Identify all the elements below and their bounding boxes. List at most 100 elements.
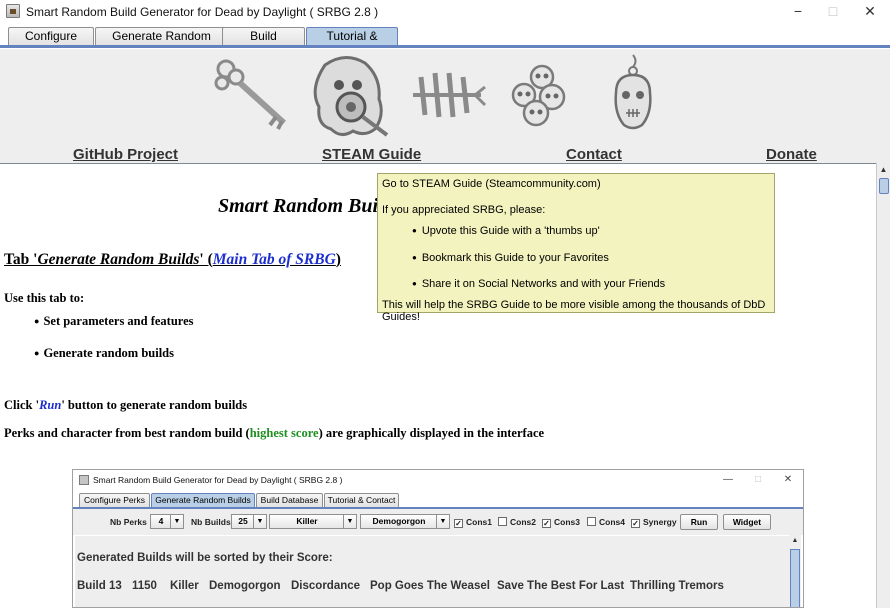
embedded-window-title: Smart Random Build Generator for Dead by… bbox=[93, 475, 343, 485]
use-this-tab-text: Use this tab to: bbox=[4, 291, 85, 305]
content-scrollbar[interactable]: ▲ bbox=[876, 163, 890, 608]
nb-perks-select: 4 ▼ bbox=[150, 514, 184, 529]
chevron-down-icon: ▼ bbox=[170, 515, 183, 528]
section-mid: ' ( bbox=[199, 251, 213, 268]
build-perk-2: Pop Goes The Weasel bbox=[370, 580, 490, 592]
run-link: Run bbox=[39, 398, 62, 412]
perks-prefix: Perks and character from best random bui… bbox=[4, 426, 250, 440]
app-icon bbox=[6, 4, 20, 18]
perks-display-text: Perks and character from best random bui… bbox=[4, 426, 544, 441]
embedded-minimize-icon: — bbox=[723, 474, 733, 485]
embedded-widget-button: Widget bbox=[723, 514, 771, 530]
nb-builds-label: Nb Builds bbox=[191, 517, 231, 527]
cons2-label: Cons2 bbox=[510, 517, 536, 527]
doc-title: Smart Random Bui bbox=[218, 195, 379, 217]
embedded-results-pane bbox=[75, 536, 791, 607]
build-character: Demogorgon bbox=[209, 580, 281, 592]
title-bar: Smart Random Build Generator for Dead by… bbox=[0, 0, 890, 24]
cons1-label: Cons1 bbox=[466, 517, 492, 527]
tab-build-database[interactable]: Build Database bbox=[222, 27, 305, 60]
embedded-scroll-thumb bbox=[790, 549, 800, 607]
scroll-thumb[interactable] bbox=[879, 178, 889, 194]
embedded-screenshot: Smart Random Build Generator for Dead by… bbox=[72, 469, 804, 608]
nb-builds-value: 25 bbox=[238, 516, 248, 526]
key-icon[interactable] bbox=[212, 55, 298, 135]
section-suffix: ) bbox=[335, 251, 341, 268]
header-panel: GitHub Project STEAM Guide Contact Donat… bbox=[0, 49, 890, 163]
perks-suffix: ) are graphically displayed in the inter… bbox=[318, 426, 545, 440]
embedded-run-button: Run bbox=[680, 514, 718, 530]
build-number: Build 13 bbox=[77, 580, 122, 592]
nb-perks-label: Nb Perks bbox=[110, 517, 147, 527]
main-tab-link[interactable]: Main Tab of SRBG bbox=[213, 251, 336, 268]
click-run-text: Click 'Run' button to generate random bu… bbox=[4, 398, 247, 413]
github-project-link[interactable]: GitHub Project bbox=[73, 146, 178, 163]
tab-tutorial-contact[interactable]: Tutorial & Contact bbox=[306, 27, 398, 60]
tab-generate-random-builds[interactable]: Generate Random Builds bbox=[95, 27, 228, 60]
click-suffix: ' button to generate random builds bbox=[61, 398, 248, 412]
cons3-label: Cons3 bbox=[554, 517, 580, 527]
role-select: Killer ▼ bbox=[269, 514, 357, 529]
bullet-set-parameters: Set parameters and features bbox=[34, 314, 193, 329]
embedded-tab-generate-builds: Generate Random Builds bbox=[151, 493, 255, 508]
tooltip-line-1: Go to STEAM Guide (Steamcommunity.com) bbox=[382, 178, 601, 190]
checkbox-synergy: ✓ Synergy bbox=[631, 517, 677, 528]
scroll-up-icon[interactable]: ▲ bbox=[877, 163, 890, 176]
section-tab-name: Generate Random Builds bbox=[37, 251, 200, 268]
close-button[interactable]: ✕ bbox=[852, 0, 888, 24]
skull-charm-icon[interactable] bbox=[608, 53, 658, 133]
synergy-label: Synergy bbox=[643, 517, 677, 527]
build-perk-4: Thrilling Tremors bbox=[630, 580, 724, 592]
build-score: 1150 bbox=[132, 580, 157, 592]
steam-guide-link[interactable]: STEAM Guide bbox=[322, 146, 421, 163]
checkbox-empty-icon bbox=[498, 517, 507, 526]
embedded-tab-build-database: Build Database bbox=[256, 493, 323, 508]
checkbox-cons1: ✓ Cons1 bbox=[454, 517, 492, 528]
highest-score-text: highest score bbox=[249, 426, 319, 440]
check-icon: ✓ bbox=[454, 519, 463, 528]
donate-link[interactable]: Donate bbox=[766, 146, 817, 163]
role-value: Killer bbox=[296, 516, 318, 526]
embedded-scrollbar: ▲ bbox=[789, 535, 801, 607]
build-role: Killer bbox=[170, 580, 199, 592]
checkbox-cons3: ✓ Cons3 bbox=[542, 517, 580, 528]
chevron-down-icon: ▼ bbox=[343, 515, 356, 528]
character-value: Demogorgon bbox=[372, 516, 426, 526]
sorted-by-score-text: Generated Builds will be sorted by their… bbox=[77, 552, 333, 564]
checkbox-cons4: Cons4 bbox=[587, 517, 625, 527]
minimize-button[interactable]: − bbox=[780, 0, 816, 24]
check-icon: ✓ bbox=[542, 519, 551, 528]
section-heading: Tab 'Generate Random Builds' (Main Tab o… bbox=[4, 251, 341, 269]
skulls-icon[interactable] bbox=[510, 63, 570, 129]
embedded-maximize-icon: □ bbox=[754, 474, 762, 485]
character-select: Demogorgon ▼ bbox=[360, 514, 450, 529]
embedded-close-icon: ✕ bbox=[783, 474, 793, 485]
section-prefix: Tab ' bbox=[4, 251, 38, 268]
cons4-label: Cons4 bbox=[599, 517, 625, 527]
build-perk-3: Save The Best For Last bbox=[497, 580, 625, 592]
hook-icon[interactable] bbox=[407, 67, 487, 123]
nb-perks-value: 4 bbox=[158, 516, 164, 526]
bullet-generate-builds: Generate random builds bbox=[34, 346, 174, 361]
tooltip-bullet-upvote: Upvote this Guide with a 'thumbs up' bbox=[412, 225, 600, 237]
tooltip-bullet-bookmark: Bookmark this Guide to your Favorites bbox=[412, 252, 609, 264]
window-title: Smart Random Build Generator for Dead by… bbox=[26, 5, 379, 19]
tooltip-bullet-share: Share it on Social Networks and with you… bbox=[412, 278, 665, 290]
embedded-tab-configure-perks: Configure Perks bbox=[79, 493, 150, 508]
embedded-title-bar: Smart Random Build Generator for Dead by… bbox=[73, 470, 803, 490]
embedded-app-icon bbox=[79, 475, 89, 485]
check-icon: ✓ bbox=[631, 519, 640, 528]
tooltip-line-2: If you appreciated SRBG, please: bbox=[382, 204, 546, 216]
chevron-down-icon: ▼ bbox=[436, 515, 449, 528]
nb-builds-select: 25 ▼ bbox=[231, 514, 267, 529]
maximize-button[interactable]: □ bbox=[815, 0, 851, 24]
click-prefix: Click ' bbox=[4, 398, 40, 412]
contact-link[interactable]: Contact bbox=[566, 146, 622, 163]
chevron-down-icon: ▼ bbox=[253, 515, 266, 528]
tab-configure-perks[interactable]: Configure Perks bbox=[8, 27, 94, 60]
embedded-tab-tutorial-contact: Tutorial & Contact bbox=[324, 493, 399, 508]
tooltip-footer: This will help the SRBG Guide to be more… bbox=[382, 299, 766, 323]
ghost-icon[interactable] bbox=[305, 55, 395, 139]
build-perk-1: Discordance bbox=[291, 580, 361, 592]
scroll-up-icon: ▲ bbox=[791, 537, 799, 544]
